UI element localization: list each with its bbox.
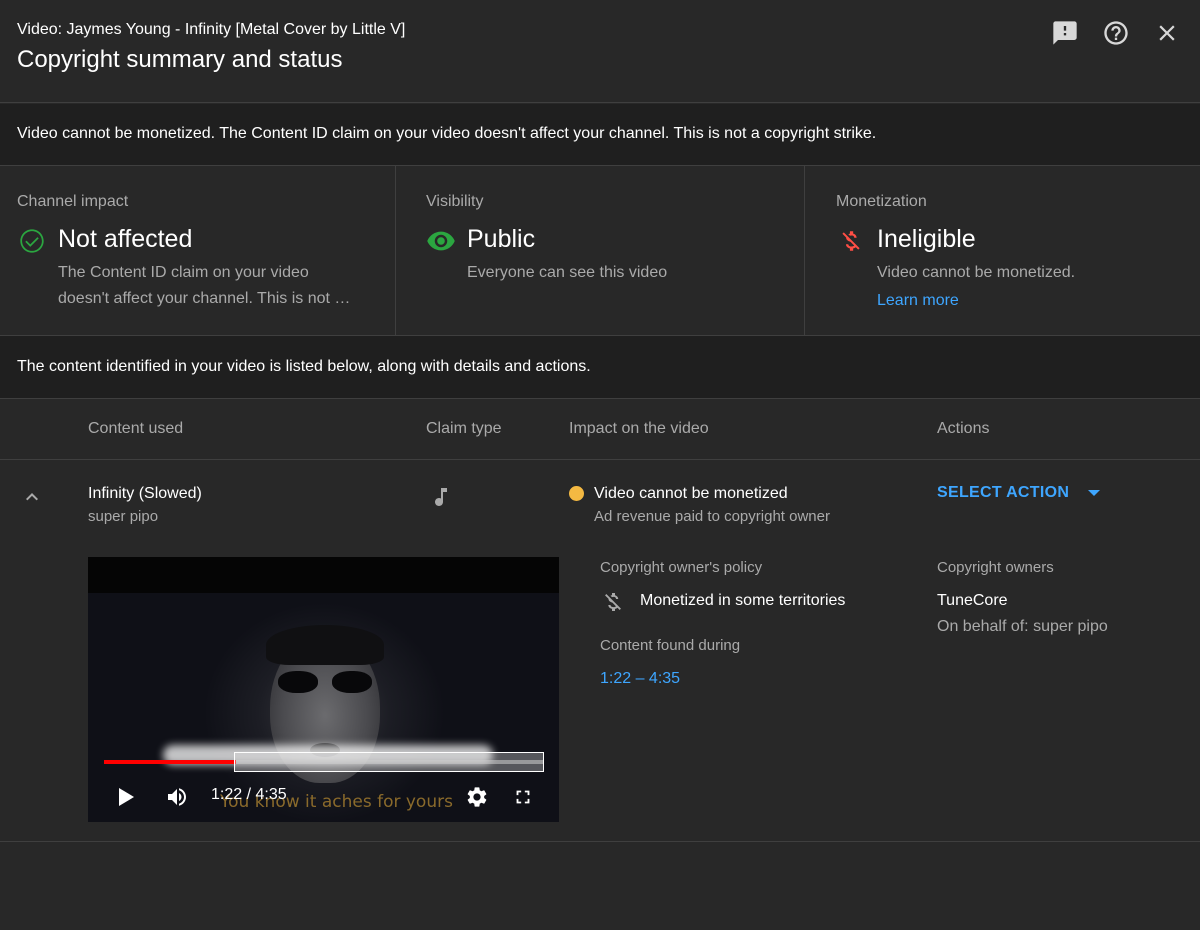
impact-subtitle: Ad revenue paid to copyright owner: [594, 508, 830, 525]
help-icon[interactable]: [1100, 17, 1132, 49]
channel-impact-desc-line1: The Content ID claim on your video: [58, 264, 309, 281]
monetization-value: Ineligible: [877, 225, 976, 253]
card-divider: [395, 166, 396, 335]
table-row: Infinity (Slowed) super pipo Video canno…: [0, 461, 1200, 842]
progress-played: [104, 760, 236, 764]
eye-icon: [426, 226, 456, 256]
channel-impact-value: Not affected: [58, 225, 193, 253]
header-actions: Actions: [937, 420, 990, 437]
claim-segment-highlight: [234, 752, 544, 772]
page-title: Copyright summary and status: [17, 46, 343, 73]
select-action-button[interactable]: SELECT ACTION: [937, 484, 1101, 502]
volume-icon[interactable]: [164, 786, 190, 808]
table-header: Content used Claim type Impact on the vi…: [0, 400, 1200, 460]
monetization-desc: Video cannot be monetized.: [877, 264, 1076, 281]
header-impact: Impact on the video: [569, 420, 709, 437]
visibility-desc: Everyone can see this video: [467, 264, 668, 281]
dialog-header: Video: Jaymes Young - Infinity [Metal Co…: [0, 0, 1200, 103]
impact-status-dot: [569, 486, 584, 501]
close-icon[interactable]: [1151, 17, 1183, 49]
owner-name: TuneCore: [937, 592, 1008, 609]
video-person-glasses: [278, 671, 372, 693]
money-off-icon: [836, 226, 866, 256]
content-artist: super pipo: [88, 508, 159, 525]
status-banner-text: Video cannot be monetized. The Content I…: [17, 125, 877, 142]
time-display: 1:22 / 4:35: [211, 786, 287, 803]
dropdown-arrow-icon: [1088, 490, 1101, 496]
card-divider: [804, 166, 805, 335]
video-title: Video: Jaymes Young - Infinity [Metal Co…: [17, 21, 406, 38]
channel-impact-desc: The Content ID claim on your video doesn…: [58, 260, 350, 312]
money-off-icon: [601, 590, 625, 619]
monetization-label: Monetization: [836, 193, 927, 210]
owner-behalf: On behalf of: super pipo: [937, 618, 1108, 635]
impact-title: Video cannot be monetized: [594, 485, 788, 502]
channel-impact-desc-line2: doesn't affect your channel. This is not…: [58, 290, 351, 307]
owners-label: Copyright owners: [937, 559, 1054, 576]
content-info-text: The content identified in your video is …: [17, 358, 591, 375]
visibility-label: Visibility: [426, 193, 484, 210]
play-icon[interactable]: [116, 786, 136, 808]
select-action-label: SELECT ACTION: [937, 484, 1070, 501]
header-content-used: Content used: [88, 420, 184, 437]
music-note-icon: [429, 483, 453, 516]
visibility-value: Public: [467, 225, 536, 253]
summary-cards: Channel impact Not affected The Content …: [0, 166, 1200, 336]
content-info-bar: The content identified in your video is …: [0, 336, 1200, 399]
channel-impact-card: Channel impact Not affected The Content …: [0, 166, 395, 335]
visibility-card: Visibility Public Everyone can see this …: [409, 166, 804, 335]
player-top-bar: [88, 557, 559, 593]
status-banner: Video cannot be monetized. The Content I…: [0, 104, 1200, 166]
found-label: Content found during: [600, 637, 741, 654]
video-person-hair: [266, 625, 384, 665]
channel-impact-label: Channel impact: [17, 193, 129, 210]
monetization-card: Monetization Ineligible Video cannot be …: [819, 166, 1200, 335]
policy-label: Copyright owner's policy: [600, 559, 763, 576]
settings-gear-icon[interactable]: [465, 786, 489, 808]
feedback-icon[interactable]: [1049, 17, 1081, 49]
video-player[interactable]: You know it aches for yours 1:22 / 4:35: [88, 557, 559, 822]
check-circle-icon: [17, 226, 47, 256]
collapse-chevron-icon[interactable]: [20, 485, 44, 509]
policy-value: Monetized in some territories: [640, 592, 846, 609]
fullscreen-icon[interactable]: [512, 786, 534, 808]
learn-more-link[interactable]: Learn more: [877, 292, 959, 310]
header-claim-type: Claim type: [426, 420, 502, 437]
found-timestamp-link[interactable]: 1:22 – 4:35: [600, 670, 680, 688]
content-title: Infinity (Slowed): [88, 485, 202, 502]
